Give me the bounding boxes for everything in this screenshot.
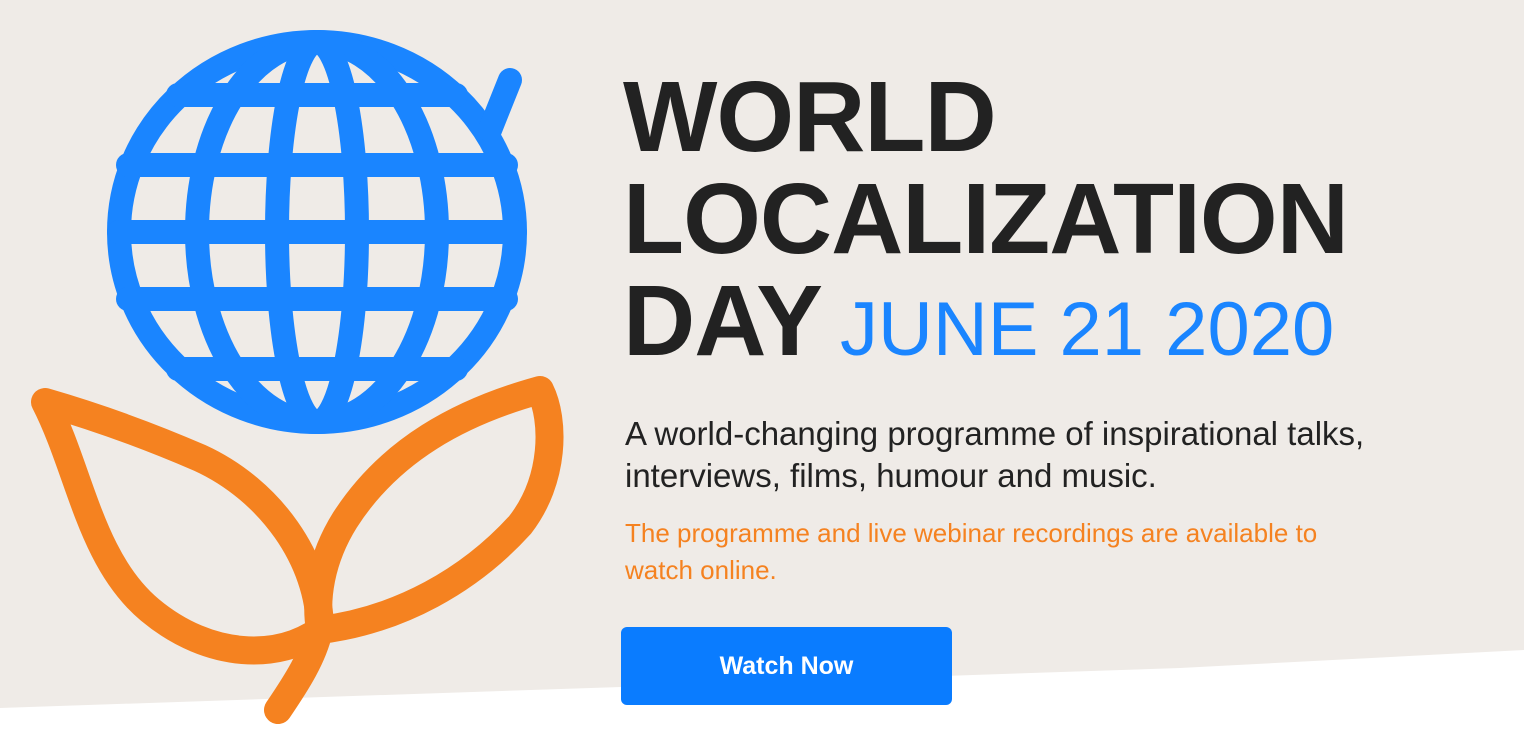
title-line-localization: LOCALIZATION xyxy=(623,163,1349,275)
title-line-day: DAY xyxy=(623,265,823,377)
event-date: JUNE 21 2020 xyxy=(839,287,1335,372)
availability-note: The programme and live webinar recording… xyxy=(625,518,1318,585)
leaf-stem-icon xyxy=(31,376,564,724)
hero-content: WORLD LOCALIZATION DAY JUNE 21 2020 A wor… xyxy=(623,66,1503,589)
page-title: WORLD LOCALIZATION DAY JUNE 21 2020 xyxy=(623,66,1503,381)
globe-icon xyxy=(107,30,527,434)
hero-description: A world-changing programme of inspiratio… xyxy=(625,415,1365,494)
watch-now-button[interactable]: Watch Now xyxy=(621,627,952,705)
title-line-world: WORLD xyxy=(623,61,997,173)
title-line-day-row: DAY JUNE 21 2020 xyxy=(623,270,1503,381)
globe-flower-illustration xyxy=(31,30,564,724)
